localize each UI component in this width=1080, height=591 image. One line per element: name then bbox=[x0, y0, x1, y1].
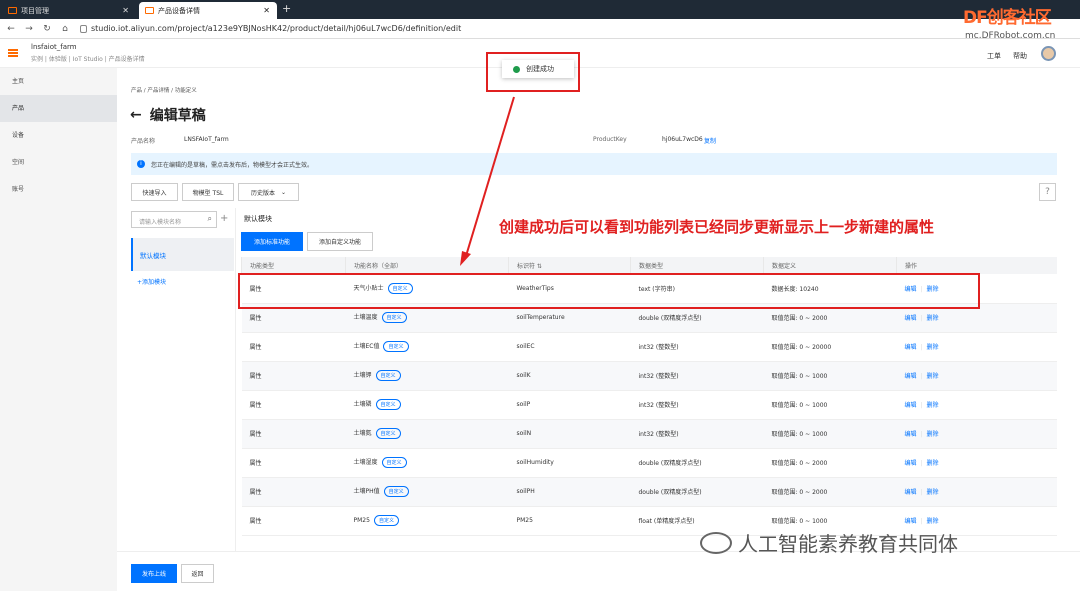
wechat-icon bbox=[700, 531, 732, 554]
annotation-arrow bbox=[460, 96, 515, 266]
watermark: 人工智能素养教育共同体 bbox=[700, 528, 958, 557]
watermark-text: 人工智能素养教育共同体 bbox=[738, 532, 958, 556]
